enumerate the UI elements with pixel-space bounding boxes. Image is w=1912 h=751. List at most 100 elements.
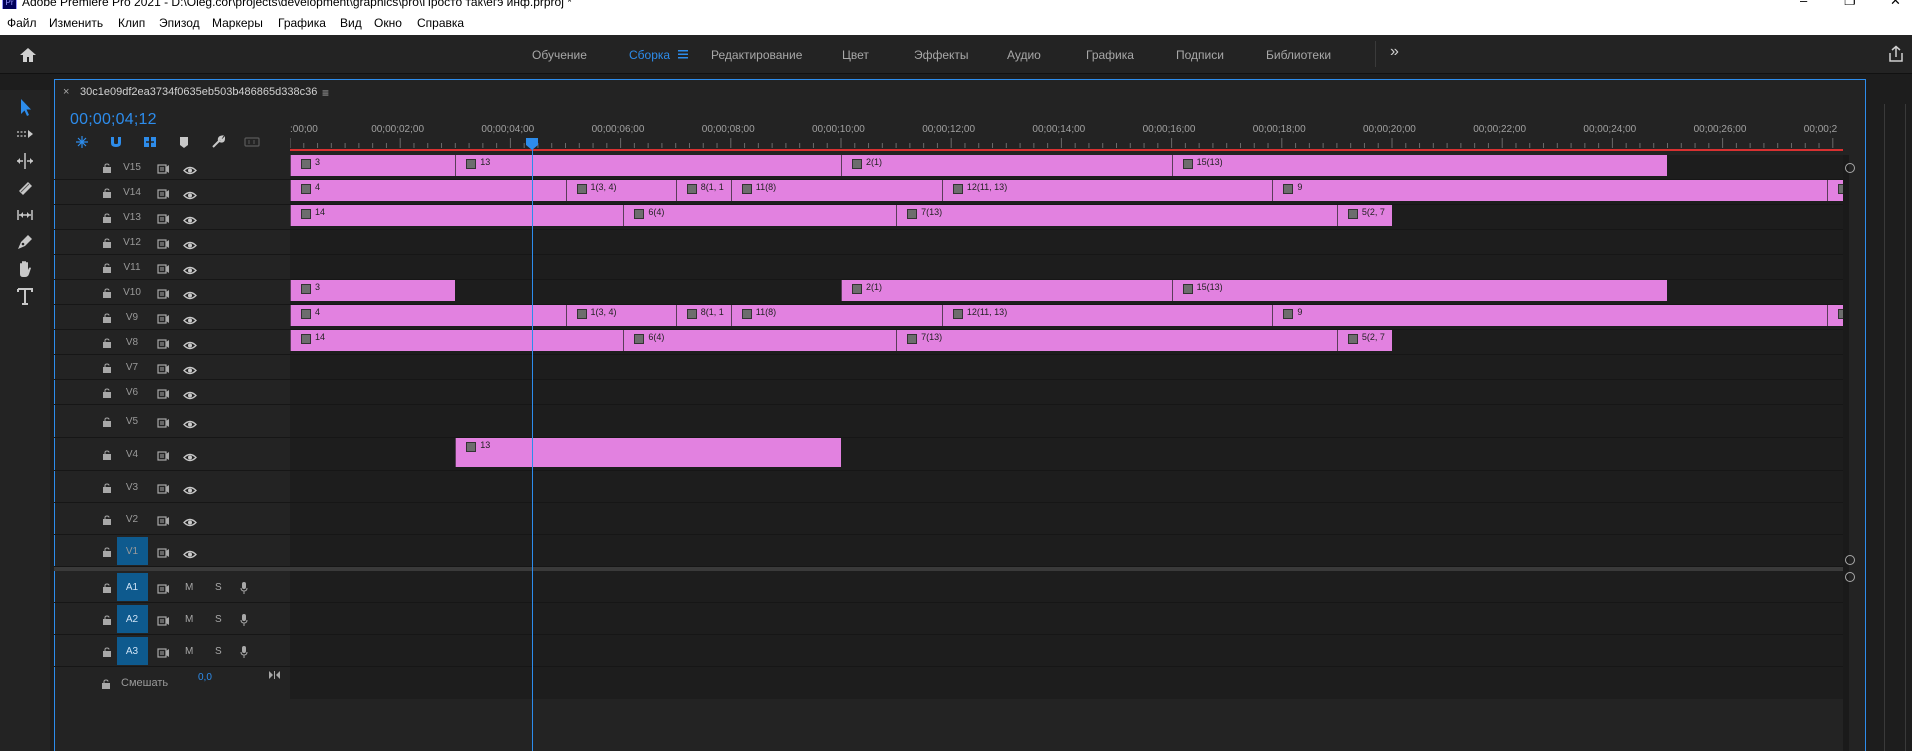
sync-lock-icon[interactable] [157,286,170,304]
video-track-lane[interactable] [290,355,1843,379]
sync-lock-icon[interactable] [157,261,170,279]
track-target-a3[interactable]: A3 [120,646,144,657]
track-lock-icon[interactable] [102,186,112,204]
track-visibility-eye-icon[interactable] [183,187,197,205]
video-clip[interactable]: 4 [290,305,566,326]
menu-window[interactable]: Окно [374,16,402,30]
video-clip[interactable]: 11(8) [730,305,942,326]
audio-track-lane[interactable] [290,571,1843,602]
track-target-v15[interactable]: V15 [120,162,144,173]
menu-edit[interactable]: Изменить [49,16,103,30]
mute-track-button[interactable]: M [185,614,193,625]
track-lock-icon[interactable] [102,545,112,563]
mix-lock-icon[interactable] [101,677,111,695]
video-clip[interactable]: 7(13) [896,205,1337,226]
track-lock-icon[interactable] [102,645,112,663]
video-clip[interactable]: 11(8) [730,180,942,201]
solo-track-button[interactable]: S [215,582,222,593]
sequence-tab-close-button[interactable]: × [63,86,69,98]
video-clip[interactable] [1827,180,1844,201]
track-visibility-eye-icon[interactable] [183,312,197,330]
video-clip[interactable]: 3 [290,155,456,176]
video-track-lane[interactable] [290,230,1843,254]
track-lock-icon[interactable] [102,311,112,329]
ripple-edit-tool-icon[interactable] [14,150,36,172]
track-visibility-eye-icon[interactable] [183,449,197,467]
track-visibility-eye-icon[interactable] [183,287,197,305]
video-clip[interactable]: 9 [1272,180,1828,201]
video-clip[interactable]: 6(4) [623,205,897,226]
track-target-v8[interactable]: V8 [120,337,144,348]
video-clip[interactable]: 5(2, 7 [1336,205,1392,226]
sync-lock-icon[interactable] [157,581,170,599]
sync-lock-icon[interactable] [157,481,170,499]
track-visibility-eye-icon[interactable] [183,337,197,355]
video-clip[interactable]: 4 [290,180,566,201]
video-clip[interactable]: 12(11, 13) [941,305,1273,326]
menu-graphics[interactable]: Графика [278,16,326,30]
home-icon[interactable] [18,46,38,64]
sync-lock-icon[interactable] [157,186,170,204]
solo-track-button[interactable]: S [215,614,222,625]
sync-lock-icon[interactable] [157,513,170,531]
video-clip[interactable]: 7(13) [896,330,1337,351]
sync-lock-icon[interactable] [157,336,170,354]
close-window-button[interactable]: ✕ [1890,0,1901,9]
video-clip[interactable]: 8(1, 1 [675,305,731,326]
video-clip[interactable]: 13 [455,155,841,176]
sync-lock-icon[interactable] [157,311,170,329]
track-target-v12[interactable]: V12 [120,237,144,248]
track-lock-icon[interactable] [102,481,112,499]
track-visibility-eye-icon[interactable] [183,262,197,280]
workspace-tab-color[interactable]: Цвет [842,48,869,62]
voiceover-mic-icon[interactable] [240,645,248,663]
video-track-lane[interactable] [290,503,1843,534]
menu-clip[interactable]: Клип [118,16,145,30]
menu-help[interactable]: Справка [417,16,464,30]
sync-lock-icon[interactable] [157,645,170,663]
add-marker-icon[interactable] [178,136,190,149]
share-export-icon[interactable] [1887,45,1905,63]
workspace-tab-learning[interactable]: Обучение [532,48,587,62]
video-clip[interactable]: 5(2, 7 [1336,330,1392,351]
mix-volume-value[interactable]: 0,0 [198,672,212,683]
track-visibility-eye-icon[interactable] [183,416,197,434]
sync-lock-icon[interactable] [157,386,170,404]
mute-track-button[interactable]: M [185,582,193,593]
track-lock-icon[interactable] [102,361,112,379]
track-target-v9[interactable]: V9 [120,312,144,323]
video-clip[interactable]: 1(3, 4) [565,180,676,201]
solo-track-button[interactable]: S [215,646,222,657]
menu-file[interactable]: Файл [7,16,37,30]
video-scroll-handle-bottom[interactable] [1845,555,1855,565]
video-clip[interactable]: 14 [290,330,624,351]
sync-lock-icon[interactable] [157,161,170,179]
sync-lock-icon[interactable] [157,613,170,631]
video-track-lane[interactable] [290,535,1843,566]
captions-toggle-icon[interactable] [244,137,260,147]
video-clip[interactable]: 12(11, 13) [941,180,1273,201]
sequence-tab-menu-icon[interactable]: ≡ [322,86,329,100]
track-target-v1[interactable]: V1 [120,546,144,557]
sync-lock-icon[interactable] [157,211,170,229]
snap-magnet-icon[interactable] [109,135,123,149]
track-visibility-eye-icon[interactable] [183,546,197,564]
workspace-tab-audio[interactable]: Аудио [1007,48,1041,62]
minimize-button[interactable]: – [1800,0,1807,8]
track-lock-icon[interactable] [102,261,112,279]
maximize-button[interactable]: ❐ [1844,0,1856,9]
voiceover-mic-icon[interactable] [240,581,248,599]
track-target-v3[interactable]: V3 [120,482,144,493]
track-visibility-eye-icon[interactable] [183,237,197,255]
track-lock-icon[interactable] [102,161,112,179]
workspace-tab-libraries[interactable]: Библиотеки [1266,48,1331,62]
video-clip[interactable]: 2(1) [841,280,1172,301]
workspace-tab-captions[interactable]: Подписи [1176,48,1224,62]
track-lock-icon[interactable] [102,386,112,404]
video-track-lane[interactable] [290,380,1843,404]
selection-tool-icon[interactable] [14,96,36,118]
track-target-v11[interactable]: V11 [120,262,144,273]
workspace-overflow-button[interactable]: » [1390,43,1399,61]
sync-lock-icon[interactable] [157,361,170,379]
insert-nested-icon[interactable] [75,135,89,149]
